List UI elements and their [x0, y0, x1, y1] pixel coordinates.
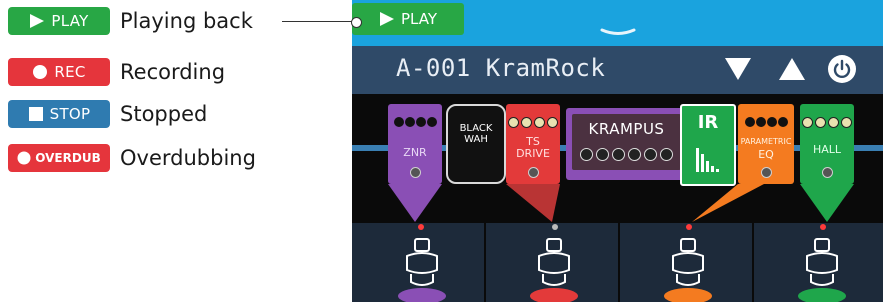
play-badge: PLAY — [8, 7, 110, 35]
footswitch-led — [552, 224, 558, 230]
footswitch-led — [418, 224, 424, 230]
knob — [644, 148, 657, 161]
effect-eq-label-2: EQ — [758, 148, 774, 161]
knob — [755, 117, 766, 127]
knob — [415, 117, 426, 127]
effect-wah-label-1: BLACK — [459, 123, 493, 134]
power-icon[interactable] — [827, 54, 857, 84]
effect-switch — [822, 167, 833, 178]
footswitch-icon — [664, 238, 712, 302]
effect-ir[interactable]: IR — [680, 104, 736, 186]
overdub-label: Overdubbing — [120, 146, 256, 170]
record-icon — [33, 65, 48, 79]
play-label: Playing back — [120, 9, 253, 33]
effect-ts-label-2: DRIVE — [516, 147, 550, 160]
effect-eq-label-1: PARAMETRIC — [740, 137, 792, 146]
effect-ir-label: IR — [697, 112, 719, 133]
play-tab-text: PLAY — [400, 10, 437, 28]
knob — [393, 117, 404, 127]
rec-badge-text: REC — [54, 63, 86, 81]
effect-switch — [410, 167, 421, 178]
overdub-badge: OVERDUB — [8, 144, 110, 172]
stop-badge-text: STOP — [49, 105, 91, 123]
effect-hall-label: HALL — [812, 143, 842, 156]
footswitch-icon — [530, 238, 578, 302]
knob — [744, 117, 755, 127]
knob — [815, 117, 826, 128]
knob — [404, 117, 415, 127]
effect-ts-label-1: TS — [526, 135, 540, 148]
effect-switch — [528, 167, 539, 178]
knob — [547, 117, 558, 128]
pull-down-handle-icon[interactable] — [600, 27, 636, 37]
leader-line — [282, 21, 356, 22]
footswitch-led — [686, 224, 692, 230]
effect-parametric-eq[interactable]: PARAMETRIC EQ — [738, 104, 794, 184]
effect-znr[interactable]: ZNR — [388, 104, 442, 184]
effect-wah-label-2: WAH — [464, 134, 488, 145]
play-status-tab[interactable]: PLAY — [352, 3, 464, 35]
knob — [766, 117, 777, 127]
knob — [508, 117, 519, 128]
overdub-badge-text: OVERDUB — [35, 151, 101, 165]
legend-stop: STOP Stopped — [8, 99, 207, 129]
rec-badge: REC — [8, 58, 110, 86]
rec-label: Recording — [120, 60, 226, 84]
footswitch-icon — [798, 238, 846, 302]
legend-overdub: OVERDUB Overdubbing — [8, 143, 256, 173]
patch-name: A-001 KramRock — [396, 54, 606, 82]
legend-play: PLAY Playing back — [8, 6, 253, 36]
knob — [426, 117, 437, 127]
effect-znr-label: ZNR — [403, 146, 427, 159]
stop-label: Stopped — [120, 102, 208, 126]
effect-switch — [761, 167, 772, 178]
effect-ts-drive[interactable]: TS DRIVE — [506, 104, 560, 184]
effect-krampus-amp[interactable]: KRAMPUS — [566, 108, 687, 180]
stop-icon — [28, 107, 43, 121]
knob — [628, 148, 641, 161]
play-badge-text: PLAY — [51, 12, 89, 30]
play-icon — [30, 14, 45, 28]
legend-rec: REC Recording — [8, 57, 225, 87]
knob — [612, 148, 625, 161]
knob — [777, 117, 788, 127]
patch-up-icon[interactable] — [778, 56, 806, 82]
play-icon — [379, 12, 394, 26]
knob — [828, 117, 839, 128]
footswitch-connectors — [388, 184, 854, 222]
effect-black-wah[interactable]: BLACK WAH — [446, 104, 506, 184]
impulse-response-icon — [696, 148, 719, 172]
knob — [596, 148, 609, 161]
knob — [580, 148, 593, 161]
leader-dot — [351, 17, 362, 28]
stop-badge: STOP — [8, 100, 110, 128]
knob — [802, 117, 813, 128]
device-screen: PLAY A-001 KramRock ZNR BLACK WAH TS DRI… — [352, 0, 883, 302]
effect-krampus-label: KRAMPUS — [588, 120, 665, 138]
knob — [660, 148, 673, 161]
knob — [534, 117, 545, 128]
knob — [521, 117, 532, 128]
knob — [841, 117, 852, 128]
effect-hall[interactable]: HALL — [800, 104, 854, 184]
patch-down-icon[interactable] — [724, 56, 752, 82]
overdub-icon — [17, 151, 31, 165]
footswitch-icon — [398, 238, 446, 302]
footswitch-led — [820, 224, 826, 230]
